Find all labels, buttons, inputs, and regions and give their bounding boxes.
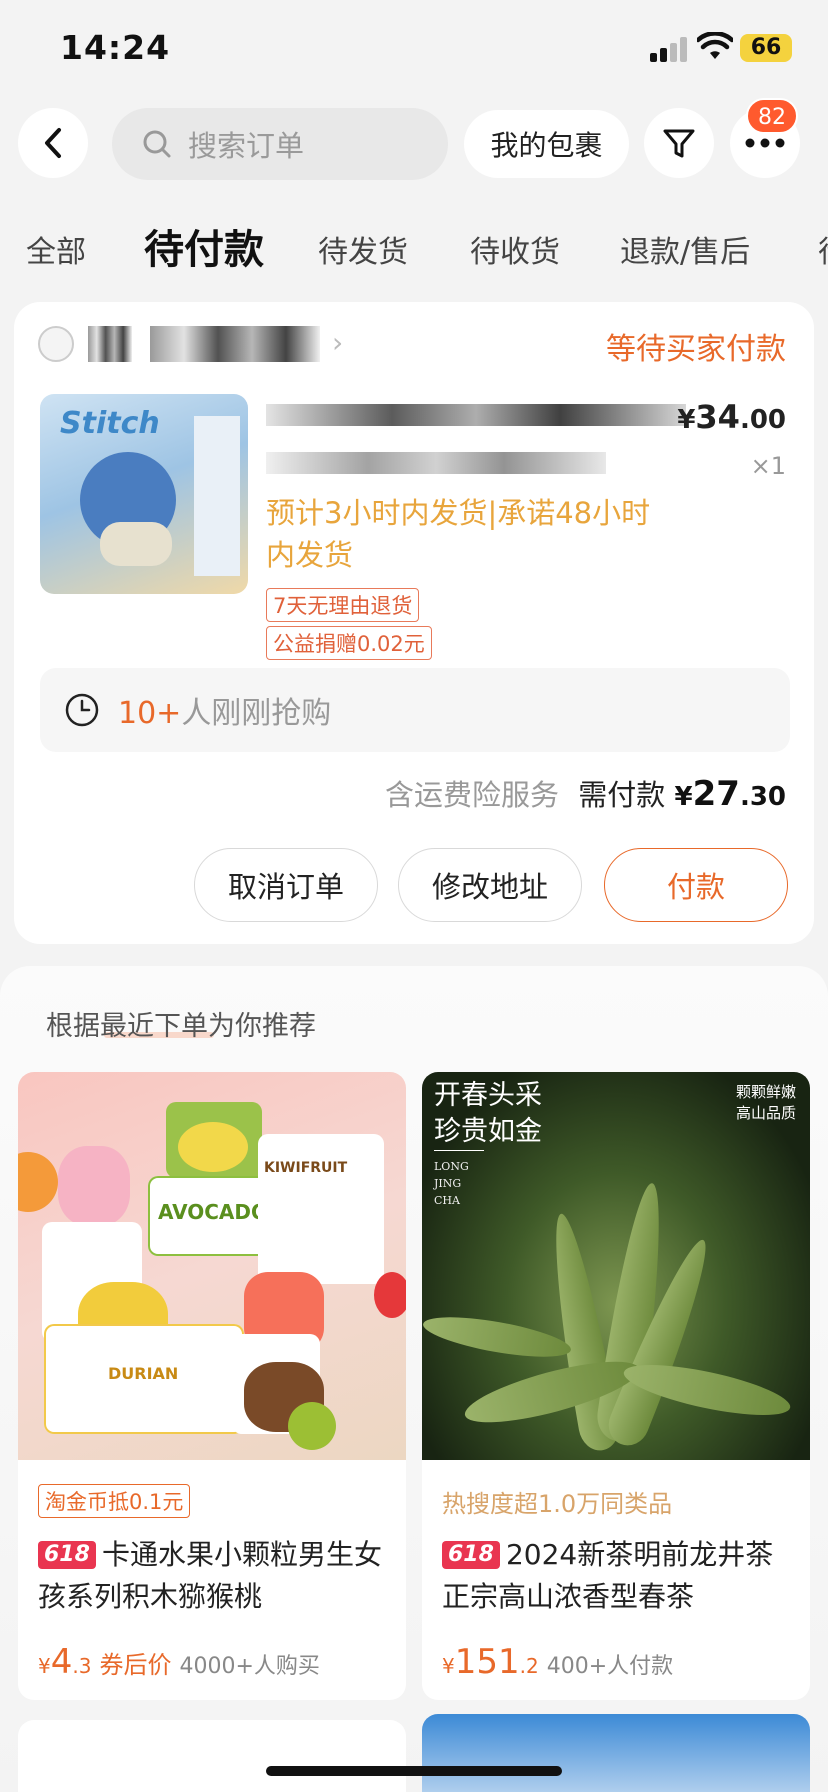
clock-icon <box>65 693 99 727</box>
recommendation-title: 根据最近下单为你推荐 <box>46 1011 316 1042</box>
recent-purchase-bar: 10+人刚刚抢购 <box>40 668 790 752</box>
pay-button[interactable]: 付款 <box>604 848 788 922</box>
toy-peach <box>58 1146 130 1226</box>
wifi-icon <box>697 32 733 59</box>
toy-box-avocado: AVOCADO <box>148 1176 268 1256</box>
cancel-order-button[interactable]: 取消订单 <box>194 848 378 922</box>
chevron-left-icon <box>45 128 61 158</box>
battery-indicator: 66 <box>740 34 792 62</box>
shipping-note: 预计3小时内发货|承诺48小时内发货 <box>266 496 651 572</box>
product-card[interactable]: AVOCADO KIWIFRUIT DURIAN 淘金币抵0.1元 618 卡通水… <box>18 1072 406 1700</box>
product-box-side <box>194 416 240 576</box>
order-tabs: 全部 待付款 待发货 待收货 退款/售后 待 <box>0 215 828 285</box>
tea-image-tagline: 颗颗鲜嫩 高山品质 <box>735 1083 796 1122</box>
my-packages-button[interactable]: 我的包裹 <box>464 110 629 178</box>
home-indicator[interactable] <box>266 1766 562 1776</box>
product-card-image[interactable]: 开春头采 珍贵如金 LONG JING CHA 颗颗鲜嫩 高山品质 <box>422 1072 810 1460</box>
status-bar: 14:24 66 <box>0 0 828 100</box>
product-price: ¥34.00 <box>677 398 786 436</box>
coin-discount-badge: 淘金币抵0.1元 <box>38 1484 191 1518</box>
product-spec-blurred <box>266 452 606 474</box>
order-card: › 等待买家付款 Stitch ¥34.00 ×1 预计3小时内发货|承诺48小… <box>14 302 814 944</box>
tab-all[interactable]: 全部 <box>26 227 86 271</box>
tea-divider <box>434 1150 484 1151</box>
product-card-price: ¥4.3 券后价 4000+人购买 <box>38 1642 320 1682</box>
product-card-image[interactable]: AVOCADO KIWIFRUIT DURIAN <box>18 1072 406 1460</box>
tab-pending-payment[interactable]: 待付款 <box>144 217 264 275</box>
product-card[interactable]: 开春头采 珍贵如金 LONG JING CHA 颗颗鲜嫩 高山品质 热搜度超1.… <box>422 1072 810 1700</box>
product-scooter <box>100 522 172 566</box>
filter-button[interactable] <box>644 108 714 178</box>
modify-address-button[interactable]: 修改地址 <box>398 848 582 922</box>
product-image[interactable]: Stitch <box>40 394 248 594</box>
popularity-badge: 热搜度超1.0万同类品 <box>442 1490 673 1518</box>
more-icon <box>745 138 785 148</box>
cellular-signal-icon <box>650 36 690 62</box>
tab-pending-shipment[interactable]: 待发货 <box>318 227 408 271</box>
tab-refund-aftersale[interactable]: 退款/售后 <box>620 227 750 271</box>
tea-image-english: LONG JING CHA <box>434 1160 469 1207</box>
product-image-text: Stitch <box>60 406 160 441</box>
product-card-title: 618 卡通水果小颗粒男生女孩系列积木猕猴桃 <box>38 1538 382 1613</box>
decor-orange <box>18 1152 58 1212</box>
back-button[interactable] <box>18 108 88 178</box>
toy-kiwi-slice <box>288 1402 336 1450</box>
tab-pending-receipt[interactable]: 待收货 <box>470 227 560 271</box>
insurance-label: 含运费险服务 <box>385 778 560 812</box>
header: 搜索订单 我的包裹 82 <box>0 98 828 180</box>
toy-chick <box>178 1122 248 1172</box>
filter-icon <box>663 129 695 158</box>
recent-purchase-text: 10+人刚刚抢购 <box>118 696 332 731</box>
chevron-right-icon: › <box>332 326 344 359</box>
search-input[interactable]: 搜索订单 <box>112 108 448 180</box>
product-card-title: 618 2024新茶明前龙井茶正宗高山浓香型春茶 <box>442 1538 774 1613</box>
need-pay-amount: ¥27.30 <box>674 774 786 814</box>
search-icon <box>143 130 171 158</box>
order-status: 等待买家付款 <box>606 332 786 367</box>
tab-pending-review[interactable]: 待 <box>818 227 828 271</box>
product-card-price: ¥151.2 400+人付款 <box>442 1642 674 1682</box>
product-quantity: ×1 <box>750 452 786 480</box>
select-checkbox[interactable] <box>38 326 74 362</box>
tea-leaf <box>422 1309 574 1365</box>
product-card[interactable] <box>422 1714 810 1792</box>
product-card[interactable] <box>18 1720 406 1792</box>
message-badge: 82 <box>746 98 798 134</box>
search-placeholder: 搜索订单 <box>188 129 305 163</box>
toy-box-kiwi: KIWIFRUIT <box>258 1134 384 1284</box>
tea-image-title: 开春头采 珍贵如金 <box>434 1080 542 1147</box>
decor-strawberry <box>374 1272 406 1318</box>
payment-summary: 含运费险服务 需付款 ¥27.30 <box>385 772 786 814</box>
charity-tag: 公益捐赠0.02元 <box>266 626 432 660</box>
store-name-blurred[interactable] <box>150 326 320 362</box>
status-time: 14:24 <box>60 28 171 67</box>
toy-box-durian: DURIAN <box>44 1324 244 1434</box>
need-pay-label: 需付款 <box>578 778 666 812</box>
product-title-blurred[interactable] <box>266 404 686 426</box>
store-icon-blurred <box>88 326 132 362</box>
return-policy-tag: 7天无理由退货 <box>266 588 420 622</box>
